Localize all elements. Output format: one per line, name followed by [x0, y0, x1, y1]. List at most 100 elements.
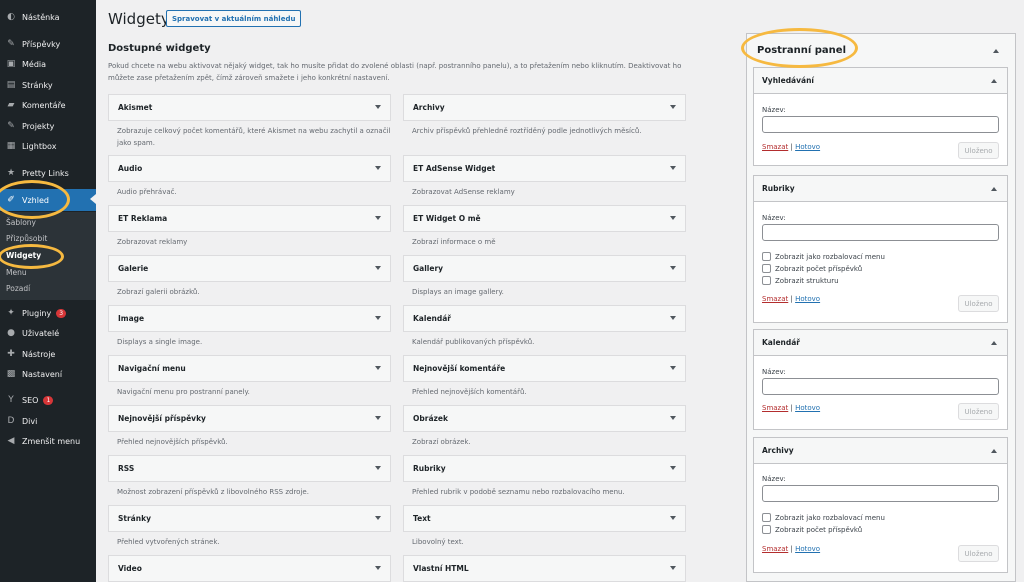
caret-down-icon[interactable] [375, 166, 381, 170]
menu-item-seo[interactable]: Y SEO 1 [0, 390, 96, 410]
title-input[interactable] [762, 224, 999, 241]
title-input[interactable] [762, 485, 999, 502]
done-link[interactable]: Hotovo [795, 295, 820, 303]
widget-obrazek[interactable]: Obrázek [403, 405, 686, 432]
manage-in-customizer-button[interactable]: Spravovat v aktuálním náhledu [166, 10, 302, 27]
widget-header[interactable]: Rubriky [754, 176, 1007, 202]
widget-actions: Smazat | Hotovo [762, 404, 820, 412]
widget-header[interactable]: Archivy [754, 438, 1007, 464]
caret-down-icon[interactable] [375, 266, 381, 270]
saved-button[interactable]: Uloženo [958, 403, 999, 420]
widget-akismet[interactable]: Akismet [108, 94, 391, 121]
caret-down-icon[interactable] [375, 105, 381, 109]
widget-header[interactable]: Kalendář [754, 330, 1007, 356]
menu-item-settings[interactable]: ▩ Nastavení [0, 364, 96, 384]
widget-categories[interactable]: Rubriky [403, 455, 686, 482]
delete-link[interactable]: Smazat [762, 143, 788, 151]
checkbox-dropdown[interactable]: Zobrazit jako rozbalovací menu [762, 513, 885, 522]
caret-down-icon[interactable] [670, 316, 676, 320]
caret-down-icon[interactable] [670, 516, 676, 520]
menu-label: Pretty Links [22, 168, 69, 178]
widget-gallery[interactable]: Gallery [403, 255, 686, 282]
checkbox-hierarchy[interactable]: Zobrazit strukturu [762, 276, 839, 285]
checkbox[interactable] [762, 513, 771, 522]
widget-recent-comments[interactable]: Nejnovější komentáře [403, 355, 686, 382]
caret-up-icon[interactable] [991, 187, 997, 191]
menu-label: Média [22, 59, 47, 69]
menu-item-dashboard[interactable]: ◐ Nástěnka [0, 7, 96, 27]
collapse-menu-button[interactable]: ◀ Zmenšit menu [0, 431, 96, 451]
caret-up-icon[interactable] [993, 49, 999, 53]
caret-down-icon[interactable] [375, 566, 381, 570]
caret-down-icon[interactable] [670, 266, 676, 270]
submenu-item-themes[interactable]: Šablony [6, 218, 36, 227]
caret-down-icon[interactable] [375, 316, 381, 320]
checkbox[interactable] [762, 264, 771, 273]
saved-button[interactable]: Uloženo [958, 142, 999, 159]
delete-link[interactable]: Smazat [762, 295, 788, 303]
menu-item-lightbox[interactable]: ▦ Lightbox [0, 136, 96, 156]
checkbox-show-counts[interactable]: Zobrazit počet příspěvků [762, 264, 862, 273]
widget-archives[interactable]: Archivy [403, 94, 686, 121]
caret-down-icon[interactable] [375, 366, 381, 370]
caret-down-icon[interactable] [375, 216, 381, 220]
caret-down-icon[interactable] [670, 566, 676, 570]
submenu-item-menus[interactable]: Menu [6, 268, 27, 277]
widget-galerie[interactable]: Galerie [108, 255, 391, 282]
checkbox[interactable] [762, 252, 771, 261]
done-link[interactable]: Hotovo [795, 143, 820, 151]
widget-calendar[interactable]: Kalendář [403, 305, 686, 332]
saved-button[interactable]: Uloženo [958, 295, 999, 312]
menu-item-divi[interactable]: D Divi [0, 411, 96, 431]
done-link[interactable]: Hotovo [795, 545, 820, 553]
title-input[interactable] [762, 116, 999, 133]
menu-item-projects[interactable]: ✎ Projekty [0, 116, 96, 136]
menu-item-posts[interactable]: ✎ Příspěvky [0, 34, 96, 54]
widget-et-about-me[interactable]: ET Widget O mě [403, 205, 686, 232]
widget-video[interactable]: Video [108, 555, 391, 582]
caret-down-icon[interactable] [375, 416, 381, 420]
checkbox[interactable] [762, 276, 771, 285]
separator: | [790, 295, 793, 303]
menu-item-plugins[interactable]: ✦ Pluginy 3 [0, 303, 96, 323]
widget-et-adsense[interactable]: ET AdSense Widget [403, 155, 686, 182]
widget-nav-menu[interactable]: Navigační menu [108, 355, 391, 382]
widget-custom-html[interactable]: Vlastní HTML [403, 555, 686, 582]
saved-button[interactable]: Uloženo [958, 545, 999, 562]
menu-item-users[interactable]: ● Uživatelé [0, 323, 96, 343]
caret-down-icon[interactable] [670, 416, 676, 420]
title-input[interactable] [762, 378, 999, 395]
menu-item-pretty-links[interactable]: ★ Pretty Links [0, 163, 96, 183]
widget-title: Text [413, 514, 431, 523]
caret-down-icon[interactable] [375, 516, 381, 520]
caret-up-icon[interactable] [991, 449, 997, 453]
widget-audio[interactable]: Audio [108, 155, 391, 182]
caret-down-icon[interactable] [670, 366, 676, 370]
caret-up-icon[interactable] [991, 341, 997, 345]
delete-link[interactable]: Smazat [762, 404, 788, 412]
checkbox-dropdown[interactable]: Zobrazit jako rozbalovací menu [762, 252, 885, 261]
delete-link[interactable]: Smazat [762, 545, 788, 553]
widget-image[interactable]: Image [108, 305, 391, 332]
caret-down-icon[interactable] [670, 166, 676, 170]
widget-et-ads[interactable]: ET Reklama [108, 205, 391, 232]
caret-down-icon[interactable] [375, 466, 381, 470]
checkbox-show-counts[interactable]: Zobrazit počet příspěvků [762, 525, 862, 534]
done-link[interactable]: Hotovo [795, 404, 820, 412]
menu-item-tools[interactable]: ✚ Nástroje [0, 344, 96, 364]
widget-header[interactable]: Vyhledávání [754, 68, 1007, 94]
caret-down-icon[interactable] [670, 216, 676, 220]
menu-item-pages[interactable]: ▤ Stránky [0, 75, 96, 95]
menu-item-media[interactable]: ▣ Média [0, 54, 96, 74]
submenu-item-customize[interactable]: Přizpůsobit [6, 234, 47, 243]
submenu-item-background[interactable]: Pozadí [6, 284, 30, 293]
widget-rss[interactable]: RSS [108, 455, 391, 482]
widget-recent-posts[interactable]: Nejnovější příspěvky [108, 405, 391, 432]
caret-down-icon[interactable] [670, 105, 676, 109]
menu-item-comments[interactable]: ▰ Komentáře [0, 95, 96, 115]
widget-text[interactable]: Text [403, 505, 686, 532]
caret-up-icon[interactable] [991, 79, 997, 83]
caret-down-icon[interactable] [670, 466, 676, 470]
widget-pages[interactable]: Stránky [108, 505, 391, 532]
checkbox[interactable] [762, 525, 771, 534]
